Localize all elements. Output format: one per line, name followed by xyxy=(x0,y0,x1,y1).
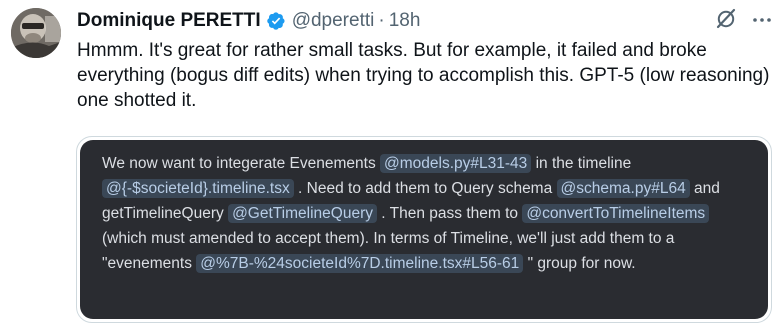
file-reference-chip: @convertToTimelineItems xyxy=(522,204,710,223)
avatar-photo xyxy=(11,8,61,58)
avatar[interactable] xyxy=(11,8,61,58)
post: Dominique PERETTI @dperetti · 18h Hmmm. … xyxy=(0,0,784,331)
prompt-segment: " group for now. xyxy=(523,255,636,272)
author-handle[interactable]: @dperetti xyxy=(292,10,375,32)
embedded-image[interactable]: We now want to integerate Evenements @mo… xyxy=(76,136,772,323)
prompt-segment: We now want to integerate Evenements xyxy=(102,155,381,172)
grok-icon[interactable] xyxy=(714,6,738,30)
post-time[interactable]: 18h xyxy=(389,10,421,32)
separator-dot: · xyxy=(378,10,385,31)
prompt-segment: in the timeline xyxy=(531,155,632,172)
verified-badge-icon xyxy=(266,12,285,30)
post-text: Hmmm. It's great for rather small tasks.… xyxy=(77,40,770,111)
file-reference-chip: @models.py#L31-43 xyxy=(380,154,532,173)
prompt-segment: . Then pass them to xyxy=(377,205,523,222)
embedded-screenshot: We now want to integerate Evenements @mo… xyxy=(80,140,768,319)
file-reference-chip: @%7B-%24societeId%7D.timeline.tsx#L56-61 xyxy=(196,254,524,273)
author-name[interactable]: Dominique PERETTI xyxy=(77,10,261,32)
file-reference-chip: @schema.py#L64 xyxy=(556,179,690,198)
prompt-text: We now want to integerate Evenements @mo… xyxy=(102,151,752,276)
post-header: Dominique PERETTI @dperetti · 18h xyxy=(77,8,420,34)
file-reference-chip: @{-$societeId}.timeline.tsx xyxy=(102,179,294,198)
prompt-segment: . Need to add them to Query schema xyxy=(293,180,557,197)
more-icon[interactable] xyxy=(751,12,773,28)
file-reference-chip: @GetTimelineQuery xyxy=(228,204,377,223)
